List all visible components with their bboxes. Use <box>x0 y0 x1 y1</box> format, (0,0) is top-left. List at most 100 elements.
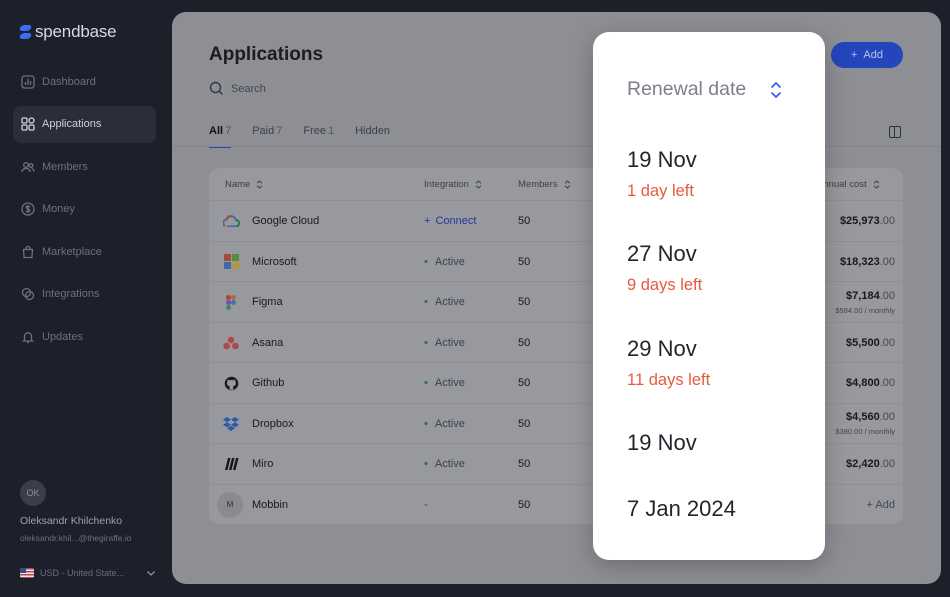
cost-amount: $4,800 <box>846 377 880 389</box>
sidebar-item-members[interactable]: Members <box>13 148 156 185</box>
tab-count: 7 <box>276 125 283 137</box>
columns-icon[interactable] <box>889 126 901 138</box>
column-header-annual-cost[interactable]: Annual cost <box>817 179 880 190</box>
tab-divider <box>172 146 941 147</box>
profile-email: oleksandr.khil...@thegiraffe.io <box>20 533 132 543</box>
sidebar-item-label: Members <box>42 160 88 173</box>
app-name: Figma <box>252 296 283 308</box>
main-panel: Applications Search + Add All 7 Paid 7 Fre… <box>172 12 941 584</box>
page-title: Applications <box>209 44 324 65</box>
cost-amount: $18,323 <box>839 255 880 268</box>
sidebar-item-dashboard[interactable]: Dashboard <box>13 63 156 100</box>
tab-hidden[interactable]: Hidden <box>355 125 390 148</box>
avatar: OK <box>20 480 46 506</box>
app-name: Dropbox <box>252 417 294 430</box>
app-name: Github <box>252 377 285 389</box>
sidebar-item-integrations[interactable]: Integrations <box>13 276 156 313</box>
cost-decimals: .00 <box>879 458 895 470</box>
sidebar-item-label: Dashboard <box>42 75 96 88</box>
tab-label: Hidden <box>355 125 390 137</box>
connect-link[interactable]: + Connect <box>424 201 476 241</box>
cost-decimals: .00 <box>879 411 895 423</box>
tab-paid[interactable]: Paid 7 <box>252 125 282 148</box>
renewal-entry: 29 Nov 11 days left <box>627 336 710 390</box>
currency-selector[interactable]: USD - United State... <box>20 568 156 578</box>
cost-amount: $2,420 <box>846 458 880 470</box>
tab-count: 1 <box>327 125 335 137</box>
search-icon <box>209 81 223 95</box>
annual-cost: $4,800.00 <box>846 363 895 403</box>
column-label: Members <box>518 179 558 190</box>
google-cloud-icon <box>222 212 240 230</box>
renewal-entry: 19 Nov <box>627 430 697 456</box>
plus-icon: + <box>424 215 431 227</box>
integration-status: Active <box>424 323 465 363</box>
cost-decimals: .00 <box>879 289 895 302</box>
members-count: 50 <box>518 498 531 511</box>
link-icon <box>21 287 35 301</box>
chevron-down-icon <box>147 571 155 576</box>
sort-icon <box>564 180 570 189</box>
integration-status: - <box>424 498 428 511</box>
search-input[interactable]: Search <box>209 81 266 96</box>
tab-free[interactable]: Free 1 <box>303 125 334 148</box>
brand-name: spendbase <box>35 22 117 41</box>
sidebar-item-applications[interactable]: Applications <box>13 105 156 143</box>
column-header-members[interactable]: Members <box>518 179 571 190</box>
integration-status: Active <box>424 242 465 282</box>
tab-label: Paid <box>252 125 275 137</box>
members-count: 50 <box>518 336 531 349</box>
annual-cost: $5,500.00 <box>846 323 895 363</box>
annual-cost: $18,323.00 <box>840 242 895 282</box>
renewal-date-header[interactable]: Renewal date <box>627 78 782 101</box>
grid-icon <box>21 117 35 131</box>
column-label: Integration <box>424 179 469 190</box>
plus-icon: + <box>850 49 858 61</box>
members-count: 50 <box>518 296 531 308</box>
cost-decimals: .00 <box>879 215 895 227</box>
add-cost-button[interactable]: + Add <box>867 485 895 525</box>
app-name: Google Cloud <box>252 215 320 227</box>
sidebar-nav: Dashboard Applications Members Money Mar… <box>13 63 156 361</box>
github-icon <box>222 374 240 392</box>
miro-icon <box>222 455 240 473</box>
cost-decimals: .00 <box>879 336 895 349</box>
sort-icon <box>873 180 880 189</box>
app-window: spendbase Dashboard Applications Members… <box>0 0 950 597</box>
integration-status: Active <box>424 363 465 403</box>
members-count: 50 <box>518 458 531 470</box>
column-header-name[interactable]: Name <box>225 179 263 190</box>
days-left: 9 days left <box>627 276 703 294</box>
monthly-cost: $380.00 / monthly <box>835 427 895 436</box>
chart-icon <box>21 74 35 89</box>
annual-cost: $25,973.00 <box>840 201 895 241</box>
column-header-integration[interactable]: Integration <box>424 179 482 190</box>
sidebar-item-label: Marketplace <box>42 245 102 258</box>
cost-decimals: .00 <box>879 255 895 268</box>
add-cost-label: + Add <box>866 498 895 511</box>
bag-icon <box>22 245 34 258</box>
sort-icon <box>256 180 263 189</box>
renewal-date: 27 Nov <box>627 241 697 266</box>
monthly-cost: $584.00 / monthly <box>835 305 895 315</box>
sidebar-item-money[interactable]: Money <box>13 191 156 228</box>
add-application-button[interactable]: + Add <box>831 42 903 68</box>
tab-all[interactable]: All 7 <box>209 125 232 148</box>
us-flag-icon <box>20 568 34 578</box>
renewal-entry: 7 Jan 2024 <box>627 496 736 522</box>
members-count: 50 <box>518 417 531 430</box>
brand-logo[interactable]: spendbase <box>18 22 117 42</box>
renewal-date: 19 Nov <box>627 430 697 455</box>
integration-status: Connect <box>435 215 477 227</box>
renewal-date: 7 Jan 2024 <box>627 496 736 521</box>
tab-label: Free <box>303 125 326 137</box>
currency-label: USD - United State... <box>40 568 125 578</box>
sidebar: spendbase Dashboard Applications Members… <box>0 0 172 597</box>
days-left: 1 day left <box>627 182 694 200</box>
sidebar-item-updates[interactable]: Updates <box>13 318 156 355</box>
spendbase-logo-icon <box>18 24 33 40</box>
sidebar-item-marketplace[interactable]: Marketplace <box>13 233 156 270</box>
renewal-entry: 19 Nov 1 day left <box>627 147 697 201</box>
cost-amount: $7,184 <box>846 289 880 302</box>
user-profile[interactable]: OK Oleksandr Khilchenko oleksandr.khil..… <box>20 480 160 543</box>
